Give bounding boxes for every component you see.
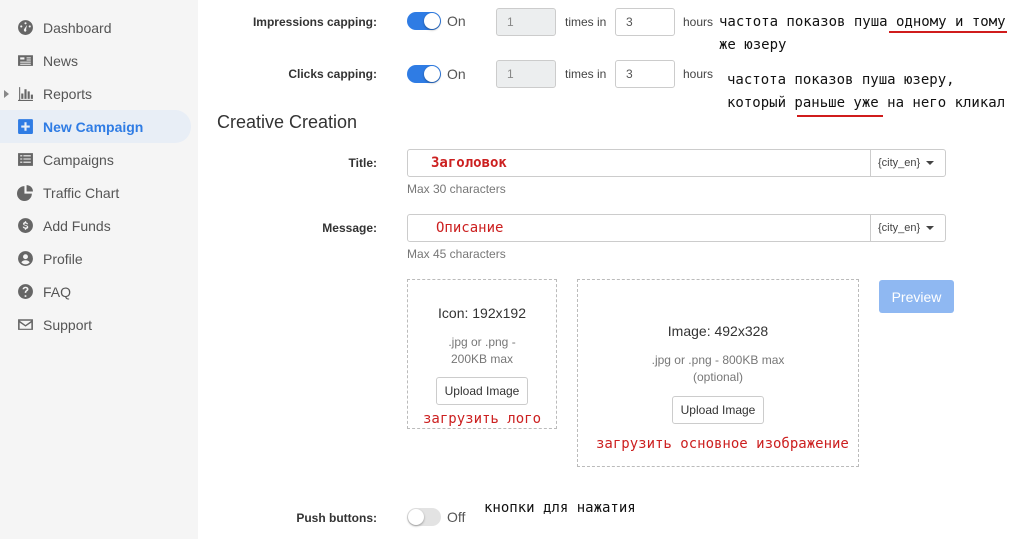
question-icon (16, 283, 34, 301)
clicks-note-line1: частота показов пуша юзеру, (727, 72, 955, 88)
icon-upload-format: .jpg or .png - (448, 335, 516, 349)
hours-label: hours (683, 15, 714, 29)
sidebar-item-label: New Campaign (43, 118, 144, 135)
plus-square-icon (16, 118, 34, 136)
sidebar-item-label: FAQ (43, 283, 72, 300)
note-underline (889, 31, 1007, 33)
sidebar-item-add-funds[interactable]: Add Funds (0, 209, 191, 242)
upload-main-note: загрузить основное изображение (596, 436, 849, 452)
title-label: Title: (348, 156, 377, 170)
clicks-times-input[interactable]: 1 (496, 60, 556, 88)
icon-upload-area[interactable]: Icon: 192x192 .jpg or .png - 200KB max U… (407, 279, 557, 429)
times-in-label: times in (565, 15, 607, 29)
title-macro-dropdown[interactable]: {city_en} (870, 149, 946, 177)
impressions-capping-label: Impressions capping: (252, 15, 377, 29)
impressions-hours-input[interactable]: 3 (615, 8, 675, 36)
news-icon (16, 52, 34, 70)
title-input[interactable]: Заголовок (407, 149, 871, 177)
hours-label: hours (683, 67, 714, 81)
push-buttons-label: Push buttons: (296, 511, 377, 525)
money-icon (16, 217, 34, 235)
reports-icon (16, 85, 34, 103)
chevron-down-icon (926, 226, 935, 230)
clicks-hours-input[interactable]: 3 (615, 60, 675, 88)
sidebar-item-label: Support (43, 316, 93, 333)
sidebar-item-campaigns[interactable]: Campaigns (0, 143, 191, 176)
sidebar-item-label: Campaigns (43, 151, 114, 168)
sidebar-item-label: Reports (43, 85, 93, 102)
push-buttons-toggle[interactable] (407, 508, 441, 526)
sidebar-item-support[interactable]: Support (0, 308, 191, 341)
title-hint: Max 30 characters (407, 182, 506, 196)
sidebar-item-profile[interactable]: Profile (0, 242, 191, 275)
sidebar-item-label: Traffic Chart (43, 184, 120, 201)
image-upload-button[interactable]: Upload Image (672, 396, 764, 424)
impressions-note-line1: частота показов пуша одному и тому (719, 14, 1006, 30)
clicks-capping-toggle[interactable] (407, 65, 441, 83)
user-icon (16, 250, 34, 268)
icon-upload-title: Icon: 192x192 (438, 305, 526, 321)
push-buttons-note: кнопки для нажатия (484, 500, 636, 516)
image-upload-title: Image: 492x328 (667, 323, 769, 339)
message-hint: Max 45 characters (407, 247, 506, 261)
note-underline (797, 115, 883, 117)
clicks-capping-label: Clicks capping: (288, 67, 377, 81)
message-label: Message: (322, 221, 377, 235)
image-upload-optional: (optional) (692, 370, 744, 384)
sidebar-item-new-campaign[interactable]: New Campaign (0, 110, 191, 143)
toggle-knob (408, 509, 424, 525)
message-macro-dropdown[interactable]: {city_en} (870, 214, 946, 242)
sidebar-item-label: Profile (43, 250, 83, 267)
upload-logo-note: загрузить лого (423, 411, 542, 427)
sidebar-item-dashboard[interactable]: Dashboard (0, 11, 191, 44)
impressions-capping-toggle[interactable] (407, 12, 441, 30)
message-value: Описание (436, 220, 504, 236)
sidebar: Dashboard News Reports New Campaign Camp… (0, 0, 198, 539)
toggle-knob (424, 66, 440, 82)
message-macro-value: {city_en} (878, 222, 921, 234)
chevron-right-icon (4, 89, 9, 98)
message-input[interactable]: Описание (407, 214, 871, 242)
push-buttons-state: Off (447, 509, 466, 525)
image-upload-format: .jpg or .png - 800KB max (651, 353, 785, 367)
sidebar-item-news[interactable]: News (0, 44, 191, 77)
sidebar-item-label: Add Funds (43, 217, 111, 234)
icon-upload-button[interactable]: Upload Image (436, 377, 528, 405)
title-value: Заголовок (431, 155, 507, 171)
icon-upload-size: 200KB max (450, 352, 514, 366)
sidebar-item-traffic-chart[interactable]: Traffic Chart (0, 176, 191, 209)
chevron-down-icon (926, 161, 935, 165)
sidebar-item-reports[interactable]: Reports (0, 77, 191, 110)
pie-chart-icon (16, 184, 34, 202)
preview-button[interactable]: Preview (879, 280, 954, 313)
sidebar-item-faq[interactable]: FAQ (0, 275, 191, 308)
impressions-capping-state: On (447, 13, 466, 29)
image-upload-area[interactable]: Image: 492x328 .jpg or .png - 800KB max … (577, 279, 859, 467)
sidebar-item-label: Dashboard (43, 19, 112, 36)
impressions-note-line2: же юзеру (719, 37, 787, 53)
clicks-note-line2: который раньше уже на него кликал (727, 95, 1006, 111)
envelope-icon (16, 316, 34, 334)
toggle-knob (424, 13, 440, 29)
section-title: Creative Creation (217, 112, 358, 132)
list-icon (16, 151, 34, 169)
times-in-label: times in (565, 67, 607, 81)
clicks-capping-state: On (447, 66, 466, 82)
dashboard-icon (16, 19, 34, 37)
title-macro-value: {city_en} (878, 157, 921, 169)
sidebar-item-label: News (43, 52, 79, 69)
impressions-times-input[interactable]: 1 (496, 8, 556, 36)
